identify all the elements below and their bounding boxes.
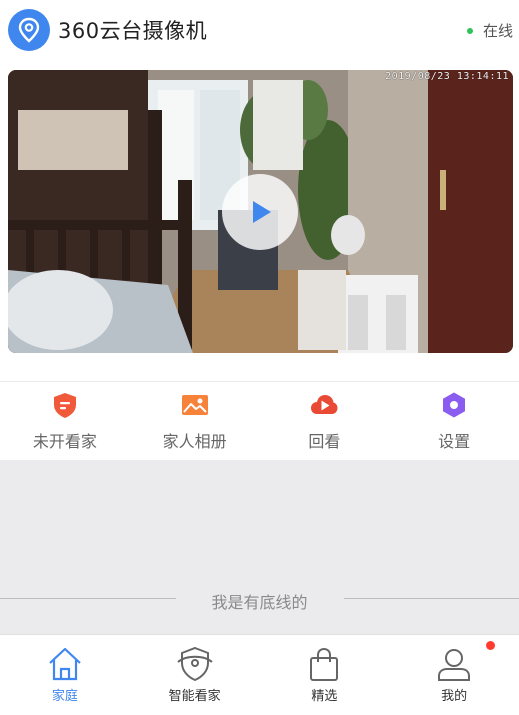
hexagon-settings-icon: [443, 392, 466, 418]
content-area: 我是有底线的: [0, 460, 519, 634]
divider-line-right: [344, 598, 519, 599]
camera-preview[interactable]: 2019/08/23 13:14:11: [8, 70, 513, 353]
notification-badge: [486, 641, 495, 650]
status-label: 在线: [482, 22, 513, 40]
online-status: 在线: [466, 20, 513, 41]
feature-family-album[interactable]: 家人相册: [130, 382, 260, 460]
play-icon: [253, 201, 271, 223]
feature-label: 设置: [438, 432, 471, 451]
camera-timestamp: 2019/08/23 13:14:11: [385, 71, 509, 82]
feature-label: 回看: [308, 432, 341, 451]
feature-home-watch[interactable]: 未开看家: [0, 382, 130, 460]
header-bar: 360云台摄像机 在线: [0, 0, 519, 62]
feature-playback[interactable]: 回看: [260, 382, 390, 460]
feature-settings[interactable]: 设置: [389, 382, 519, 460]
tab-label: 智能看家: [168, 689, 221, 704]
shopping-bag-icon: [310, 647, 339, 681]
tab-home[interactable]: 家庭: [0, 635, 130, 715]
tab-label: 家庭: [51, 689, 78, 704]
end-of-list-text: 我是有底线的: [211, 593, 308, 612]
tab-featured[interactable]: 精选: [260, 635, 390, 715]
shield-eye-icon: [176, 646, 213, 682]
feature-row: 未开看家 家人相册 回看 设置: [0, 382, 519, 460]
home-icon: [49, 647, 81, 681]
play-button[interactable]: [222, 174, 298, 250]
user-icon: [438, 649, 471, 681]
tab-label: 精选: [311, 689, 338, 704]
tab-me[interactable]: 我的: [389, 635, 519, 715]
cloud-playback-icon: [311, 395, 338, 414]
status-dot-icon: [466, 27, 473, 34]
tab-label: 我的: [441, 689, 468, 704]
feature-label: 未开看家: [32, 432, 97, 451]
app-title: 360云台摄像机: [58, 19, 208, 43]
photo-album-icon: [181, 395, 208, 415]
tab-smart-watch[interactable]: 智能看家: [130, 635, 260, 715]
feature-label: 家人相册: [162, 432, 227, 451]
shield-icon: [53, 393, 76, 418]
location-pin-icon: [8, 9, 50, 51]
bottom-tab-bar: 家庭 智能看家 精选 我的: [0, 634, 519, 715]
